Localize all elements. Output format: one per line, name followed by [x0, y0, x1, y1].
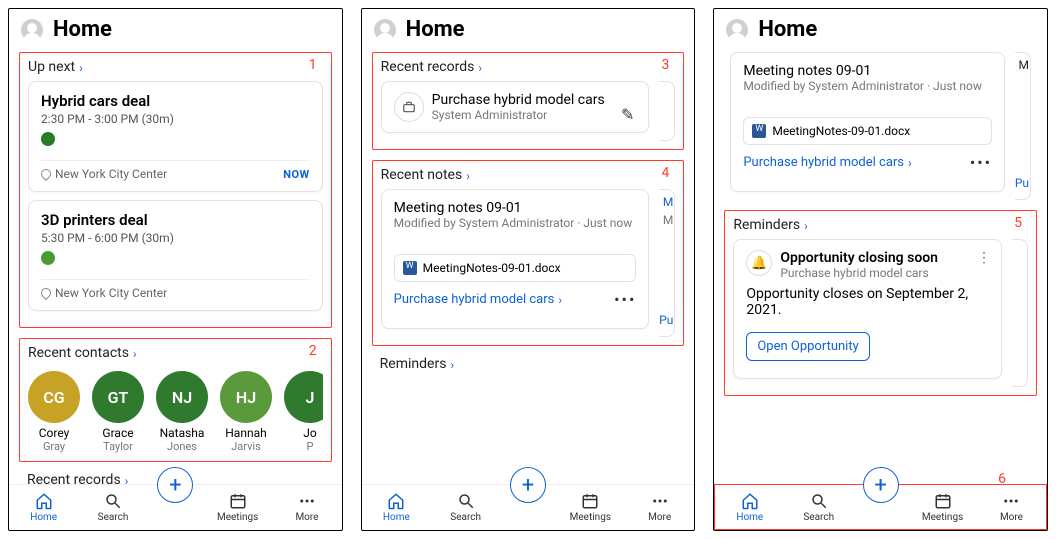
recent-records-section: 3 Recent records› Purchase hybrid model …	[372, 52, 685, 150]
chevron-right-icon: ›	[133, 346, 137, 361]
meetings-icon	[229, 492, 247, 510]
add-button[interactable]: +	[863, 467, 899, 503]
tab-search[interactable]: Search	[794, 492, 844, 523]
search-icon	[457, 492, 475, 510]
record-card[interactable]: Purchase hybrid model carsSystem Adminis…	[381, 81, 650, 133]
annotation-5: 5	[1014, 215, 1022, 231]
recent-contacts-header[interactable]: Recent contacts ›	[28, 345, 323, 361]
word-doc-icon	[752, 124, 766, 138]
screen-1: Home 1 Up next › Hybrid cars deal 2:30 P…	[8, 8, 343, 531]
card-peek[interactable]	[1012, 239, 1028, 387]
tab-bar: + Home Search Meetings More	[362, 484, 695, 530]
now-badge: NOW	[283, 168, 309, 181]
file-attachment[interactable]: MeetingNotes-09-01.docx	[394, 254, 637, 282]
card-peek[interactable]	[659, 81, 675, 141]
chevron-right-icon: ›	[804, 218, 808, 233]
location-pin-icon	[39, 167, 53, 181]
note-card[interactable]: Meeting notes 09-01 Modified by System A…	[381, 189, 650, 329]
more-icon	[651, 492, 669, 510]
chevron-right-icon: ›	[125, 473, 129, 484]
recent-notes-section: 4 Recent notes› Meeting notes 09-01 Modi…	[372, 160, 685, 346]
home-icon	[387, 492, 405, 510]
recent-notes-header[interactable]: Recent notes›	[381, 167, 676, 183]
tab-search[interactable]: Search	[441, 492, 491, 523]
annotation-1: 1	[309, 57, 317, 73]
contact-item[interactable]: GTGraceTaylor	[92, 371, 144, 453]
tab-more[interactable]: More	[986, 492, 1036, 523]
more-icon	[1002, 492, 1020, 510]
annotation-2: 2	[309, 343, 317, 359]
search-icon	[104, 492, 122, 510]
home-icon	[741, 492, 759, 510]
tab-home[interactable]: Home	[19, 492, 69, 523]
regarding-link[interactable]: Purchase hybrid model cars›	[394, 292, 562, 307]
contact-item[interactable]: CGCoreyGray	[28, 371, 80, 453]
profile-avatar[interactable]	[21, 19, 43, 41]
screen-2: Home 3 Recent records› Purchase hybrid m…	[361, 8, 696, 531]
reminders-header[interactable]: Reminders›	[380, 356, 677, 372]
tab-bar: 6 + Home Search Meetings More	[714, 484, 1047, 530]
header: Home	[9, 9, 342, 46]
chevron-right-icon: ›	[478, 60, 482, 75]
profile-avatar[interactable]	[374, 19, 396, 41]
overflow-menu-icon[interactable]: •••	[614, 290, 636, 309]
page-title: Home	[406, 17, 465, 42]
chevron-right-icon: ›	[908, 155, 912, 170]
location-pin-icon	[39, 286, 53, 300]
screen-3: Home Meeting notes 09-01 Modified by Sys…	[713, 8, 1048, 531]
annotation-4: 4	[661, 165, 669, 181]
file-attachment[interactable]: MeetingNotes-09-01.docx	[743, 117, 992, 145]
regarding-link[interactable]: Purchase hybrid model cars›	[743, 155, 911, 170]
home-icon	[35, 492, 53, 510]
tab-bar: + Home Search Meetings More	[9, 484, 342, 530]
up-next-section: 1 Up next › Hybrid cars deal 2:30 PM - 3…	[19, 52, 332, 328]
recent-contacts-section: 2 Recent contacts › CGCoreyGray GTGraceT…	[19, 338, 332, 462]
chevron-right-icon: ›	[558, 292, 562, 307]
annotation-3: 3	[661, 57, 669, 73]
contact-item[interactable]: HJHannahJarvis	[220, 371, 272, 453]
calendar-color-icon	[41, 132, 55, 146]
chevron-right-icon: ›	[466, 168, 470, 183]
meetings-icon	[934, 492, 952, 510]
bell-icon: 🔔	[746, 250, 772, 276]
chevron-right-icon: ›	[450, 357, 454, 372]
tab-home[interactable]: Home	[725, 492, 775, 523]
reminders-header[interactable]: Reminders›	[733, 217, 1028, 233]
recent-records-header[interactable]: Recent records›	[381, 59, 676, 75]
tab-more[interactable]: More	[635, 492, 685, 523]
add-button[interactable]: +	[510, 467, 546, 503]
reminders-section: 5 Reminders› ⋮ 🔔 Opportunity closing soo…	[724, 210, 1037, 396]
contact-item[interactable]: JJoP	[284, 371, 323, 453]
tab-search[interactable]: Search	[88, 492, 138, 523]
tab-meetings[interactable]: Meetings	[918, 492, 968, 523]
tab-meetings[interactable]: Meetings	[213, 492, 263, 523]
reminder-card[interactable]: ⋮ 🔔 Opportunity closing soonPurchase hyb…	[733, 239, 1002, 379]
calendar-color-icon	[41, 251, 55, 265]
more-icon	[298, 492, 316, 510]
overflow-menu-icon[interactable]: ⋮	[977, 250, 991, 266]
briefcase-icon	[394, 92, 424, 122]
profile-avatar[interactable]	[726, 19, 748, 41]
up-next-header[interactable]: Up next ›	[28, 59, 323, 75]
note-card[interactable]: Meeting notes 09-01 Modified by System A…	[730, 52, 1005, 192]
tab-more[interactable]: More	[282, 492, 332, 523]
tab-meetings[interactable]: Meetings	[565, 492, 615, 523]
page-title: Home	[758, 17, 817, 42]
event-card[interactable]: Hybrid cars deal 2:30 PM - 3:00 PM (30m)…	[28, 81, 323, 192]
edit-icon[interactable]: ✎	[621, 105, 634, 124]
tab-home[interactable]: Home	[371, 492, 421, 523]
meetings-icon	[581, 492, 599, 510]
open-opportunity-button[interactable]: Open Opportunity	[746, 332, 869, 361]
contact-item[interactable]: NJNatashaJones	[156, 371, 208, 453]
annotation-6: 6	[998, 471, 1006, 487]
add-button[interactable]: +	[157, 467, 193, 503]
chevron-right-icon: ›	[79, 60, 83, 75]
event-card[interactable]: 3D printers deal 5:30 PM - 6:00 PM (30m)…	[28, 200, 323, 311]
word-doc-icon	[403, 261, 417, 275]
page-title: Home	[53, 17, 112, 42]
overflow-menu-icon[interactable]: •••	[970, 153, 992, 172]
search-icon	[810, 492, 828, 510]
